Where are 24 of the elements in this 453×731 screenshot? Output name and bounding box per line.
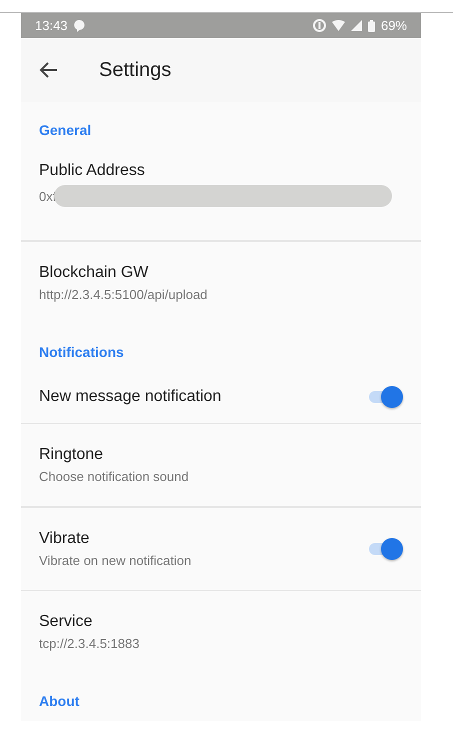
- status-time: 13:43: [35, 18, 68, 33]
- setting-summary: http://2.3.4.5:5100/api/upload: [39, 286, 208, 302]
- data-saver-icon: [312, 19, 326, 32]
- section-header: General: [39, 122, 92, 138]
- battery-level: 69%: [380, 18, 407, 33]
- toggle-switch[interactable]: [367, 538, 403, 560]
- chat-bubble-icon: [74, 20, 85, 32]
- setting-title[interactable]: Vibrate: [39, 530, 367, 548]
- back-arrow-icon[interactable]: [39, 60, 59, 80]
- section-header: About: [39, 693, 80, 709]
- setting-summary: Vibrate on new notification: [39, 552, 192, 568]
- section-header: Notifications: [39, 344, 124, 360]
- setting-title[interactable]: Ringtone: [39, 446, 403, 464]
- screen-title: Settings: [99, 58, 172, 82]
- signal-icon: [350, 20, 362, 31]
- setting-summary: tcp://2.3.4.5:1883: [39, 636, 140, 651]
- setting-summary: Choose notification sound: [39, 469, 189, 484]
- wifi-icon: [332, 20, 345, 31]
- toggle-switch[interactable]: [367, 386, 403, 408]
- battery-icon: [368, 20, 375, 32]
- setting-title[interactable]: Service: [39, 613, 403, 631]
- setting-title[interactable]: Blockchain GW: [39, 264, 403, 282]
- setting-title[interactable]: New message notification: [39, 388, 367, 406]
- setting-title[interactable]: Public Address: [39, 162, 403, 180]
